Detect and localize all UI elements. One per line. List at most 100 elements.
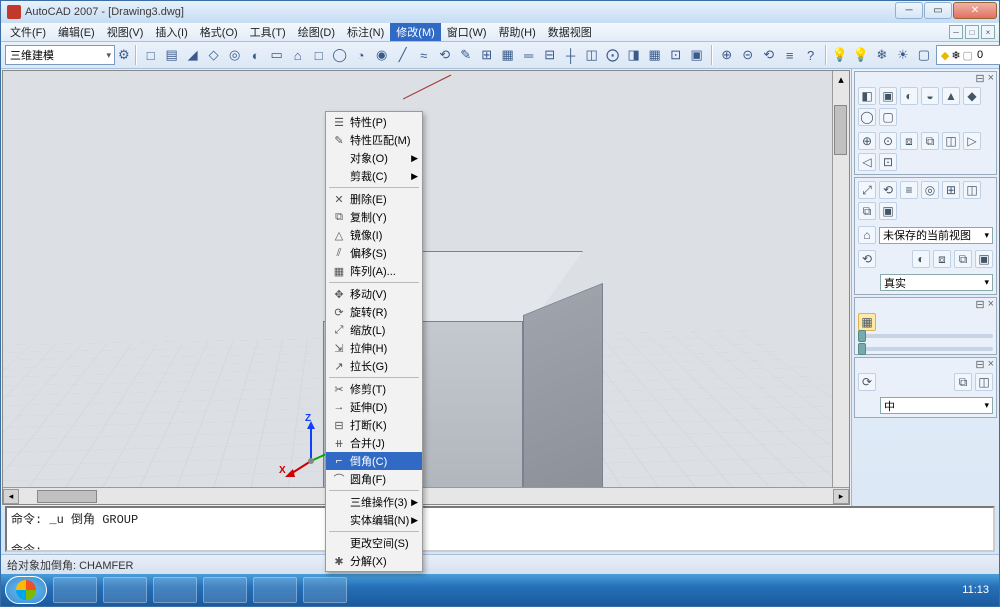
menu-item-更改空间[interactable]: 更改空间(S) [326, 534, 422, 552]
tb-3d-1-icon[interactable]: ▤ [162, 45, 182, 65]
tb-layer-1-icon[interactable]: ❄ [872, 45, 892, 65]
menu-item-旋转[interactable]: ⟳旋转(R) [326, 303, 422, 321]
tb-3d-23-icon[interactable]: ◨ [624, 45, 644, 65]
clock[interactable]: 11:13 [956, 584, 995, 596]
tb-3d-24-icon[interactable]: ▦ [645, 45, 665, 65]
tb-misc-1-icon[interactable]: ⊝ [738, 45, 758, 65]
mdi-close[interactable]: × [981, 25, 995, 39]
tb-3d-11-icon[interactable]: ◉ [372, 45, 392, 65]
light-slider-2[interactable] [858, 347, 993, 351]
nav-a-icon[interactable]: ◐ [912, 250, 930, 268]
menu-item-移动[interactable]: ✥移动(V) [326, 285, 422, 303]
pv-r2-0-icon[interactable]: ⊕ [858, 132, 876, 150]
menu-绘图[interactable]: 绘图(D) [292, 23, 341, 41]
mat-checkbox-icon[interactable]: ▦ [858, 313, 876, 331]
bulb-icon[interactable]: 💡 [831, 45, 849, 65]
menu-item-特性匹配[interactable]: ✎特性匹配(M) [326, 131, 422, 149]
pn-band-3-icon[interactable]: ◎ [921, 181, 939, 199]
mdi-max[interactable]: □ [965, 25, 979, 39]
command-line[interactable]: 命令: _u 倒角 GROUP 命令: [5, 506, 995, 552]
pv-r2-5-icon[interactable]: ▷ [963, 132, 981, 150]
menu-item-实体编辑[interactable]: 实体编辑(N)▶ [326, 511, 422, 529]
pv-r2-4-icon[interactable]: ◫ [942, 132, 960, 150]
tb-3d-18-icon[interactable]: ═ [519, 45, 539, 65]
pv-r1-0-icon[interactable]: ◧ [858, 87, 876, 105]
pn-band-2-icon[interactable]: ≡ [900, 181, 918, 199]
menu-item-打断[interactable]: ⊟打断(K) [326, 416, 422, 434]
start-button[interactable] [5, 576, 47, 604]
menu-帮助[interactable]: 帮助(H) [493, 23, 542, 41]
task-item[interactable] [253, 577, 297, 603]
tb-3d-22-icon[interactable]: ⨀ [603, 45, 623, 65]
vertical-scrollbar[interactable]: ▴ [832, 71, 849, 487]
task-item[interactable] [203, 577, 247, 603]
pn-band-6-icon[interactable]: ⧉ [858, 202, 876, 220]
close-button[interactable]: ✕ [953, 2, 997, 19]
menu-item-拉伸[interactable]: ⇲拉伸(H) [326, 339, 422, 357]
menu-item-圆角[interactable]: ⌒圆角(F) [326, 470, 422, 488]
tb-layer-3-icon[interactable]: ▢ [914, 45, 934, 65]
menu-标注[interactable]: 标注(N) [341, 23, 390, 41]
menu-item-删除[interactable]: ✕删除(E) [326, 190, 422, 208]
menu-item-修剪[interactable]: ✂修剪(T) [326, 380, 422, 398]
menu-item-合并[interactable]: ⧺合并(J) [326, 434, 422, 452]
tb-3d-8-icon[interactable]: □ [309, 45, 329, 65]
pv-r1-6-icon[interactable]: ◯ [858, 108, 876, 126]
menu-item-拉长[interactable]: ↗拉长(G) [326, 357, 422, 375]
panel-drag-icon[interactable]: ⊟ [975, 72, 984, 85]
menu-item-延伸[interactable]: →延伸(D) [326, 398, 422, 416]
pv-r2-1-icon[interactable]: ⊙ [879, 132, 897, 150]
tb-3d-4-icon[interactable]: ◎ [225, 45, 245, 65]
orbit-icon[interactable]: ⟲ [858, 250, 876, 268]
tb-3d-19-icon[interactable]: ⊟ [540, 45, 560, 65]
maximize-button[interactable]: ▭ [924, 2, 952, 19]
tb-3d-17-icon[interactable]: ▦ [498, 45, 518, 65]
pn-band-1-icon[interactable]: ⟲ [879, 181, 897, 199]
tb-misc-2-icon[interactable]: ⟲ [759, 45, 779, 65]
horizontal-scrollbar[interactable]: ◂ ▸ [3, 487, 849, 504]
view-select[interactable]: 未保存的当前视图 [879, 227, 993, 244]
menu-item-偏移[interactable]: ⫽偏移(S) [326, 244, 422, 262]
pv-r1-7-icon[interactable]: ▢ [879, 108, 897, 126]
tb-layer-2-icon[interactable]: ☀ [893, 45, 913, 65]
panel-close-icon[interactable]: × [988, 72, 994, 84]
mdi-min[interactable]: ─ [949, 25, 963, 39]
pn-band-5-icon[interactable]: ◫ [963, 181, 981, 199]
workspace-gear-icon[interactable]: ⚙ [117, 45, 131, 65]
tb-3d-13-icon[interactable]: ≈ [414, 45, 434, 65]
layer-select[interactable]: ◆ ❄ ▢ 0 [936, 45, 1000, 65]
tb-3d-9-icon[interactable]: ◯ [330, 45, 350, 65]
tb-layer-0-icon[interactable]: 💡 [851, 45, 871, 65]
tb-3d-6-icon[interactable]: ▭ [267, 45, 287, 65]
nav-b-icon[interactable]: ⧈ [933, 250, 951, 268]
pv-r2-7-icon[interactable]: ⊡ [879, 153, 897, 171]
pn-band-0-icon[interactable]: ⤢ [858, 181, 876, 199]
pv-r1-3-icon[interactable]: ◒ [921, 87, 939, 105]
tb-3d-0-icon[interactable]: □ [141, 45, 161, 65]
render-b-icon[interactable]: ⧉ [954, 373, 972, 391]
menu-item-镜像[interactable]: △镜像(I) [326, 226, 422, 244]
tb-3d-26-icon[interactable]: ▣ [687, 45, 707, 65]
render-c-icon[interactable]: ◫ [975, 373, 993, 391]
task-item[interactable] [53, 577, 97, 603]
tb-3d-16-icon[interactable]: ⊞ [477, 45, 497, 65]
task-item[interactable] [153, 577, 197, 603]
menu-插入[interactable]: 插入(I) [149, 23, 193, 41]
menu-item-倒角[interactable]: ⌐倒角(C) [326, 452, 422, 470]
tb-3d-2-icon[interactable]: ◢ [183, 45, 203, 65]
menu-文件[interactable]: 文件(F) [4, 23, 52, 41]
pv-r2-2-icon[interactable]: ⧈ [900, 132, 918, 150]
pn-band-4-icon[interactable]: ⊞ [942, 181, 960, 199]
nav-c-icon[interactable]: ⧉ [954, 250, 972, 268]
menu-item-分解[interactable]: ✱分解(X) [326, 552, 422, 570]
pv-r2-6-icon[interactable]: ◁ [858, 153, 876, 171]
menu-数据视图[interactable]: 数据视图 [542, 23, 598, 41]
menu-item-剪裁[interactable]: 剪裁(C)▶ [326, 167, 422, 185]
menu-修改[interactable]: 修改(M) [390, 23, 441, 41]
tb-misc-0-icon[interactable]: ⊕ [717, 45, 737, 65]
minimize-button[interactable]: ─ [895, 2, 923, 19]
menu-item-对象[interactable]: 对象(O)▶ [326, 149, 422, 167]
pv-r1-1-icon[interactable]: ▣ [879, 87, 897, 105]
pv-r1-2-icon[interactable]: ◐ [900, 87, 918, 105]
workspace-select[interactable]: 三维建模 [5, 45, 115, 65]
